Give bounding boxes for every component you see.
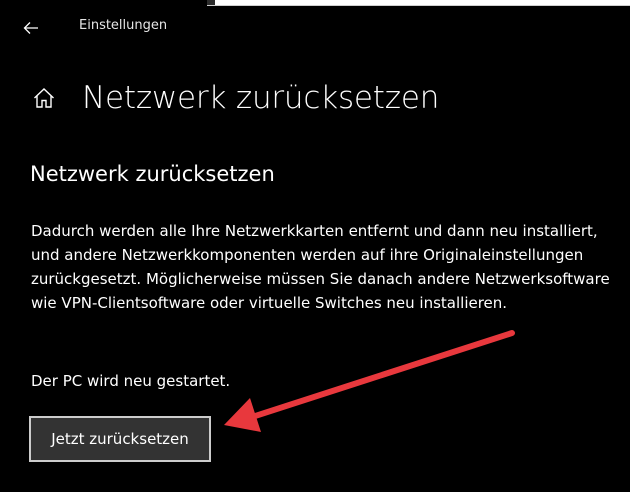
back-arrow-icon (23, 22, 38, 34)
restart-note: Der PC wird neu gestartet. (31, 372, 231, 390)
page-header: Netzwerk zurücksetzen (30, 76, 439, 120)
home-icon[interactable] (30, 84, 58, 112)
title-bar: Einstellungen (0, 0, 207, 56)
reset-description: Dadurch werden alle Ihre Netzwerkkarten … (31, 222, 610, 312)
app-title: Einstellungen (79, 18, 168, 33)
red-arrow-shaft (249, 330, 515, 420)
page-title: Netzwerk zurücksetzen (82, 80, 440, 116)
reset-now-button[interactable]: Jetzt zurücksetzen (29, 416, 211, 462)
section-title: Netzwerk zurücksetzen (30, 162, 275, 186)
background-window-border (207, 5, 630, 6)
red-arrowhead (224, 398, 261, 432)
back-button[interactable] (14, 11, 48, 45)
background-window-edge (207, 0, 630, 6)
